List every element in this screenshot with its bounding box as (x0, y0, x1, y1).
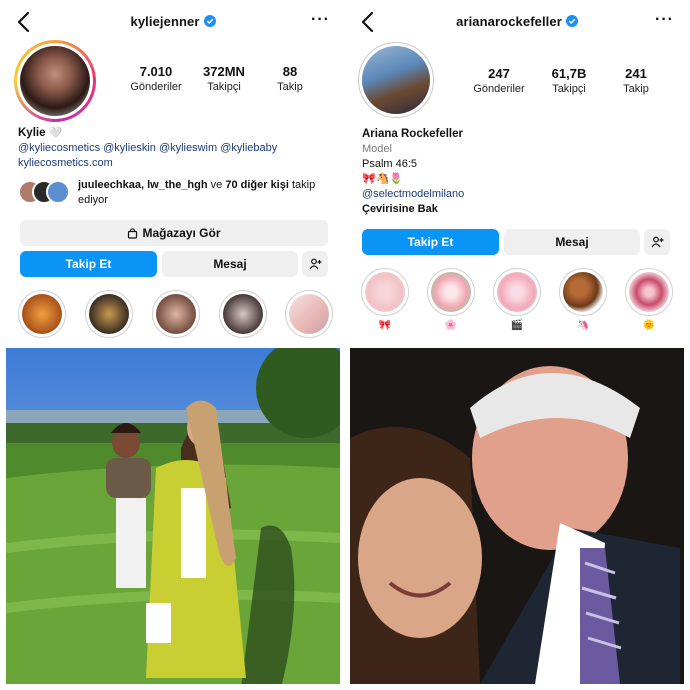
stat-followers[interactable]: 372MN Takipçi (190, 64, 258, 93)
highlight-story[interactable] (625, 268, 673, 316)
view-shop-label: Mağazayı Gör (142, 226, 221, 240)
message-button[interactable]: Mesaj (162, 251, 298, 277)
message-label: Mesaj (213, 257, 247, 271)
more-options-icon[interactable]: ··· (311, 12, 330, 28)
stats-row: 7.010 Gönderiler 372MN Takipçi 88 Takip (122, 64, 322, 93)
stat-value: 247 (488, 66, 510, 81)
more-options-icon[interactable]: ··· (655, 12, 674, 28)
followed-by[interactable]: juuleechkaa, lw_the_hgh ve 70 diğer kişi… (18, 178, 332, 210)
category-label: Model (362, 143, 392, 155)
top-bar: arianarockefeller ··· (348, 10, 686, 36)
stat-value: 61,7B (551, 66, 587, 81)
add-person-icon (651, 236, 663, 248)
username-header: kyliejenner (4, 14, 342, 29)
suggested-accounts-button[interactable] (302, 251, 328, 277)
suggested-accounts-button[interactable] (644, 229, 670, 255)
follow-button[interactable]: Takip Et (20, 251, 157, 277)
highlight-story[interactable] (85, 290, 133, 338)
highlight-label: 🌞 (642, 320, 656, 331)
highlight-story[interactable] (285, 290, 333, 338)
message-label: Mesaj (555, 235, 589, 249)
profile-panel-kylie: kyliejenner ··· 7.010 Gönderiler 372MN T… (4, 0, 342, 690)
username-header: arianarockefeller (348, 14, 686, 29)
highlight-label: 🎬 (510, 320, 524, 331)
stat-posts[interactable]: 7.010 Gönderiler (122, 64, 190, 93)
shopping-bag-icon (128, 227, 138, 239)
post-photo-mother-child (6, 348, 340, 684)
follower-avatar (46, 180, 70, 204)
follow-button[interactable]: Takip Et (362, 229, 499, 255)
bio-mention[interactable]: @kyliecosmetics (18, 142, 100, 154)
stat-label: Gönderiler (130, 81, 182, 93)
stat-label: Takip (277, 81, 303, 93)
bio-mention[interactable]: @kylieskin (103, 142, 156, 154)
message-button[interactable]: Mesaj (504, 229, 640, 255)
followed-by-names: juuleechkaa, lw_the_hgh (78, 179, 208, 191)
stat-value: 241 (625, 66, 647, 81)
stats-row: 247 Gönderiler 61,7B Takipçi 241 Takip (464, 66, 674, 95)
highlight-story[interactable] (559, 268, 607, 316)
avatar[interactable] (358, 42, 434, 118)
bio-emojis: 🎀🐴🌷 (362, 173, 404, 185)
followed-by-text: juuleechkaa, lw_the_hgh ve 70 diğer kişi… (78, 178, 332, 208)
username: kyliejenner (130, 14, 200, 29)
highlight-story[interactable] (219, 290, 267, 338)
highlight-label: 🌸 (444, 320, 458, 331)
bio-text: Psalm 46:5 (362, 158, 418, 170)
stat-value: 88 (282, 64, 298, 79)
follow-label: Takip Et (65, 257, 112, 271)
post-photo-grandfather (350, 348, 684, 684)
stat-value: 7.010 (139, 64, 173, 79)
avatar[interactable] (14, 40, 96, 122)
highlight-story[interactable] (361, 268, 409, 316)
stat-posts[interactable]: 247 Gönderiler (464, 66, 534, 95)
top-bar: kyliejenner ··· (4, 10, 342, 36)
highlight-story[interactable] (152, 290, 200, 338)
highlight-story[interactable] (493, 268, 541, 316)
highlight-label: 🎀 (378, 320, 392, 331)
bio-mention[interactable]: @kylieswim (159, 142, 217, 154)
stat-following[interactable]: 241 Takip (604, 66, 668, 95)
post-image[interactable] (350, 348, 684, 684)
highlight-story[interactable] (427, 268, 475, 316)
stat-label: Takipçi (207, 81, 241, 93)
display-name: Ariana Rockefeller (362, 128, 463, 140)
add-person-icon (309, 258, 321, 270)
follow-label: Takip Et (407, 235, 454, 249)
highlight-story[interactable] (18, 290, 66, 338)
stat-label: Takip (623, 83, 649, 95)
stat-following[interactable]: 88 Takip (258, 64, 322, 93)
display-name: Kylie (18, 127, 46, 139)
stat-followers[interactable]: 61,7B Takipçi (534, 66, 604, 95)
bio: Kylie 🤍 @kyliecosmetics @kylieskin @kyli… (18, 126, 332, 171)
bio-mention[interactable]: @kyliebaby (220, 142, 277, 154)
view-shop-button[interactable]: Mağazayı Gör (20, 220, 328, 246)
followed-by-count: 70 diğer kişi (225, 179, 289, 191)
stat-label: Takipçi (552, 83, 586, 95)
heart-emoji: 🤍 (48, 127, 63, 139)
profile-panel-ariana: arianarockefeller ··· 247 Gönderiler 61,… (348, 0, 686, 690)
post-image[interactable] (6, 348, 340, 684)
stat-value: 372MN (203, 64, 245, 79)
website-link[interactable]: kyliecosmetics.com (18, 157, 113, 169)
highlight-label: 🦄 (576, 320, 590, 331)
followed-by-middle: ve (207, 179, 226, 191)
see-translation-link[interactable]: Çevirisine Bak (362, 203, 438, 215)
stat-label: Gönderiler (473, 83, 525, 95)
verified-badge-icon (203, 15, 216, 27)
username: arianarockefeller (456, 14, 562, 29)
verified-badge-icon (565, 15, 578, 27)
bio: Ariana Rockefeller Model Psalm 46:5 🎀🐴🌷 … (362, 127, 676, 217)
bio-mention[interactable]: @selectmodelmilano (362, 188, 464, 200)
